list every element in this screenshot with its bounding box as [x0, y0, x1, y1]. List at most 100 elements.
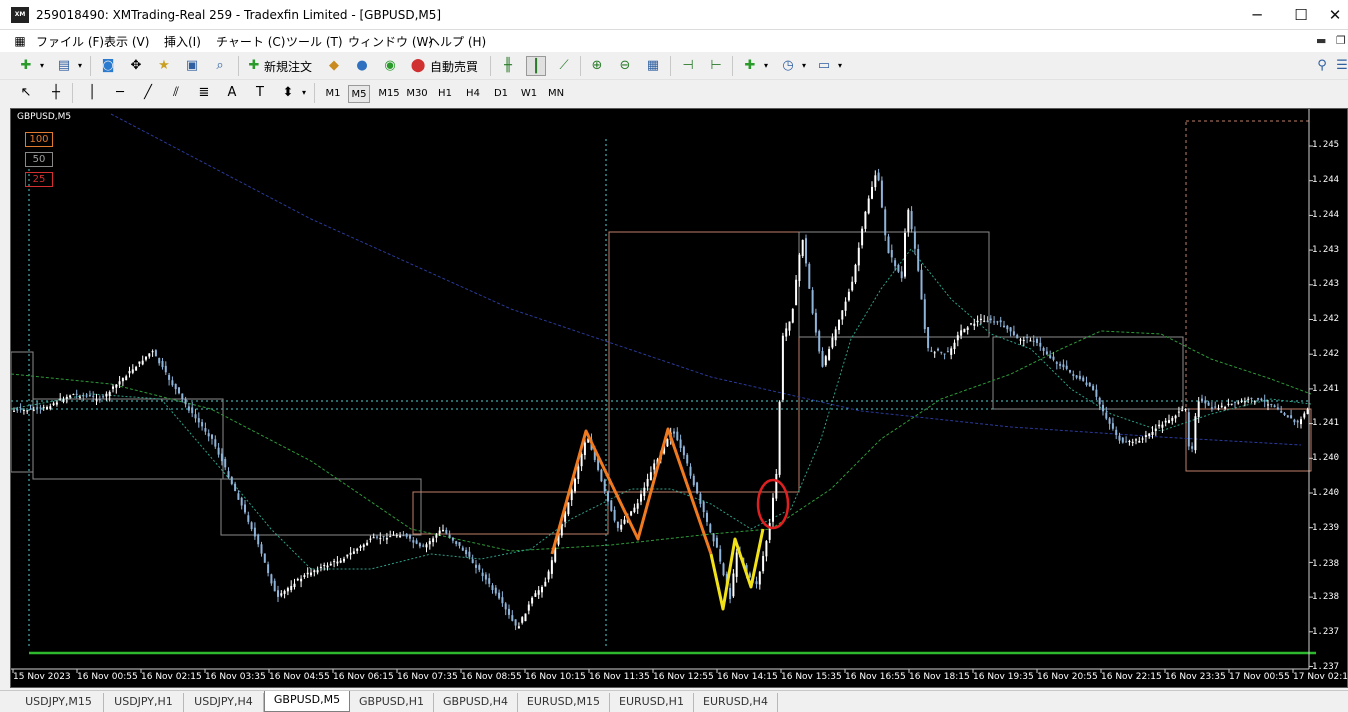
tile-windows-icon[interactable]: ▦: [643, 56, 663, 76]
navigator-icon[interactable]: ★: [154, 56, 174, 76]
chart-window[interactable]: GBPUSD,M5 100 50 25 1.245 1.244 1.244 1.…: [10, 108, 1348, 688]
candle-body: [1075, 375, 1078, 378]
tab-eurusd-h1[interactable]: EURUSD,H1: [610, 693, 694, 712]
auto-trade-button[interactable]: 自動売買: [430, 58, 478, 75]
price-chart[interactable]: [11, 109, 1347, 687]
bar-chart-icon[interactable]: ╫: [498, 56, 518, 76]
candle-body: [851, 281, 854, 291]
dropdown-arrow-icon[interactable]: ▾: [830, 56, 850, 76]
settings-icon[interactable]: ☰: [1332, 56, 1348, 76]
candle-body: [963, 328, 966, 333]
menu-help[interactable]: ヘルプ (H): [428, 33, 486, 50]
menu-insert[interactable]: 挿入(I): [164, 33, 201, 50]
candle-body: [1306, 409, 1309, 414]
tab-gbpusd-m5[interactable]: GBPUSD,M5: [264, 691, 350, 712]
timeframe-h4[interactable]: H4: [462, 85, 484, 103]
tab-eurusd-h4[interactable]: EURUSD,H4: [694, 693, 778, 712]
tab-gbpusd-h1[interactable]: GBPUSD,H1: [350, 693, 434, 712]
candle-body: [49, 406, 52, 409]
tab-gbpusd-h4[interactable]: GBPUSD,H4: [434, 693, 518, 712]
market-icon[interactable]: ◉: [380, 56, 400, 76]
dropdown-arrow-icon[interactable]: ▾: [756, 56, 776, 76]
candle-body: [359, 546, 362, 548]
dropdown-arrow-icon[interactable]: ▾: [294, 83, 314, 103]
dropdown-arrow-icon[interactable]: ▾: [70, 56, 90, 76]
chart-doc-icon[interactable]: ▦: [10, 31, 30, 51]
candle-body: [1144, 435, 1147, 438]
cursor-icon[interactable]: ↖: [16, 83, 36, 103]
menu-bar: ▦ ファイル (F) 表示 (V) 挿入(I) チャート (C) ツール (T)…: [0, 30, 1348, 52]
candle-body: [1250, 397, 1253, 399]
timeframe-w1[interactable]: W1: [518, 85, 540, 103]
candle-body: [1016, 334, 1019, 339]
candle-body: [580, 453, 583, 467]
candle-body: [161, 360, 164, 368]
terminal-icon[interactable]: ▣: [182, 56, 202, 76]
price-label: 1.237: [1312, 662, 1340, 672]
fibonacci-icon[interactable]: ≣: [194, 83, 214, 103]
candle-body: [798, 254, 801, 282]
timeframe-m5[interactable]: M5: [348, 85, 370, 103]
timeframe-m15[interactable]: M15: [376, 85, 402, 103]
candle-body: [1072, 374, 1075, 376]
minimize-button[interactable]: ─: [1234, 2, 1280, 28]
candle-body: [187, 406, 190, 411]
symbol-label[interactable]: GBPUSD,M5: [17, 112, 71, 122]
tab-eurusd-m15[interactable]: EURUSD,M15: [518, 693, 610, 712]
text-label-icon[interactable]: T: [250, 83, 270, 103]
line-chart-icon[interactable]: ⟋: [554, 56, 574, 76]
timeframe-h1[interactable]: H1: [434, 85, 456, 103]
chart-shift-icon[interactable]: ⊢: [706, 56, 726, 76]
market-watch-icon[interactable]: ◙: [98, 56, 118, 76]
new-order-button[interactable]: 新規注文: [264, 58, 312, 75]
candle-body: [475, 564, 477, 568]
menu-chart[interactable]: チャート (C): [216, 33, 285, 50]
menu-tools[interactable]: ツール (T): [286, 33, 343, 50]
tab-usdjpy-m15[interactable]: USDJPY,M15: [14, 693, 104, 712]
candle-body: [897, 264, 900, 272]
auto-trade-icon[interactable]: ⬤: [408, 56, 428, 76]
candlestick-chart-icon[interactable]: ┃: [526, 56, 546, 76]
meta-editor-icon[interactable]: ◆: [324, 56, 344, 76]
text-tool-icon[interactable]: A: [222, 83, 242, 103]
child-minimize-button[interactable]: ▬: [1316, 34, 1326, 47]
timeframe-d1[interactable]: D1: [490, 85, 512, 103]
timeframe-mn[interactable]: MN: [544, 85, 568, 103]
time-label: 16 Nov 06:15: [333, 672, 394, 682]
timeframe-m30[interactable]: M30: [404, 85, 430, 103]
candle-body: [1161, 424, 1164, 428]
auto-scroll-icon[interactable]: ⊣: [678, 56, 698, 76]
candle-body: [1201, 398, 1203, 402]
new-order-icon[interactable]: ✚: [244, 56, 264, 76]
menu-view[interactable]: 表示 (V): [104, 33, 149, 50]
close-button[interactable]: ✕: [1312, 2, 1348, 28]
dropdown-arrow-icon[interactable]: ▾: [32, 56, 52, 76]
time-label: 16 Nov 07:35: [397, 672, 458, 682]
equidistant-channel-icon[interactable]: ⫽: [166, 83, 186, 103]
candle-body: [976, 320, 979, 323]
horizontal-line-icon[interactable]: ─: [110, 83, 130, 103]
menu-file[interactable]: ファイル (F): [36, 33, 104, 50]
candle-body: [1042, 347, 1045, 351]
child-restore-button[interactable]: ❐: [1336, 34, 1346, 47]
trendline-icon[interactable]: ╱: [138, 83, 158, 103]
timeframe-m1[interactable]: M1: [322, 85, 344, 103]
candle-body: [1191, 446, 1194, 449]
zoom-out-icon[interactable]: ⊖: [615, 56, 635, 76]
crosshair-tool-icon[interactable]: ┼: [46, 83, 66, 103]
candle-body: [534, 593, 537, 597]
menu-window[interactable]: ウィンドウ (W): [348, 33, 433, 50]
tab-usdjpy-h1[interactable]: USDJPY,H1: [104, 693, 184, 712]
crosshair-icon[interactable]: ✥: [126, 56, 146, 76]
search-icon[interactable]: ⚲: [1312, 56, 1332, 76]
dropdown-arrow-icon[interactable]: ▾: [794, 56, 814, 76]
vertical-line-icon[interactable]: │: [82, 83, 102, 103]
candle-body: [1135, 439, 1137, 441]
signals-icon[interactable]: ●: [352, 56, 372, 76]
candle-body: [267, 564, 270, 574]
candle-body: [930, 350, 933, 352]
candle-body: [1019, 339, 1022, 341]
strategy-tester-icon[interactable]: ⌕: [210, 56, 230, 76]
tab-usdjpy-h4[interactable]: USDJPY,H4: [184, 693, 264, 712]
zoom-in-icon[interactable]: ⊕: [587, 56, 607, 76]
